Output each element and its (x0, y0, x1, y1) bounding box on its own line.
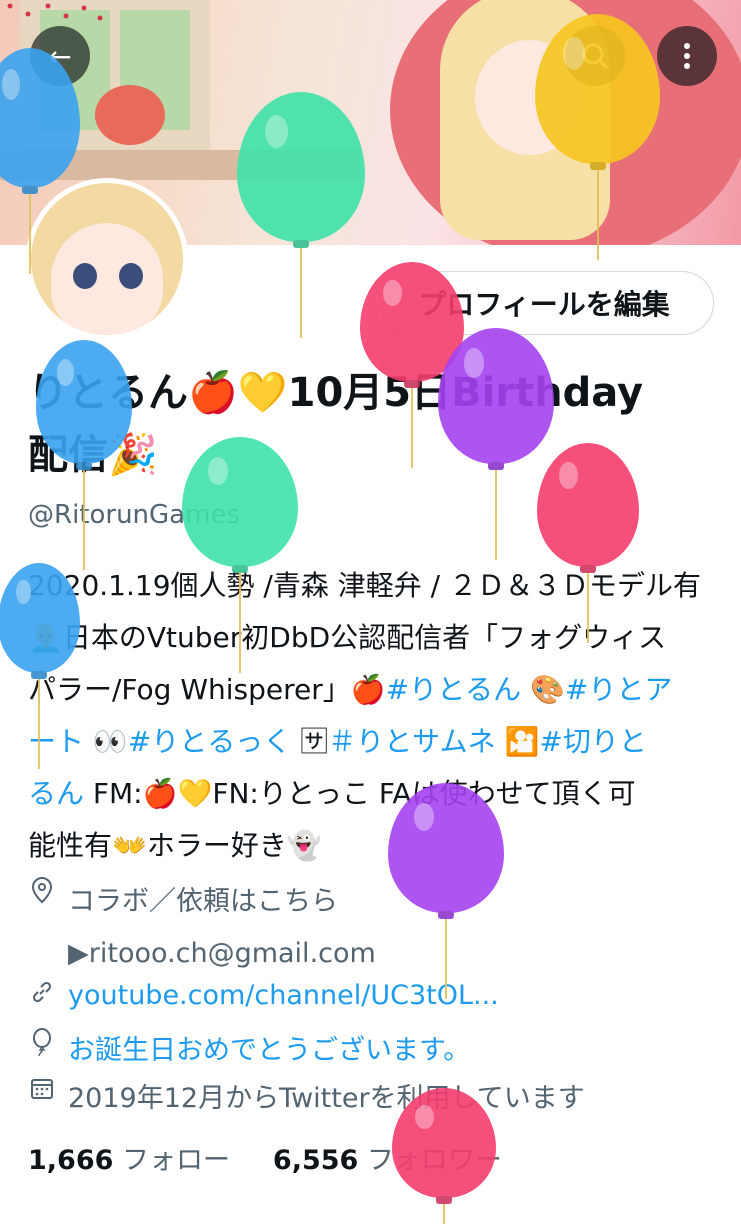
balloon-body (535, 14, 660, 164)
bio-emoji: 🎦 (495, 725, 540, 758)
balloon-shine (382, 280, 402, 307)
balloon-string (38, 679, 40, 769)
balloon-shine (559, 461, 578, 489)
balloon-body (388, 783, 504, 913)
balloon-string (239, 573, 241, 673)
bio-line: ート 👀#りとるっく 🈂＃りとサムネ 🎦#切りと (28, 716, 718, 768)
balloon-string (495, 470, 497, 560)
balloon (0, 48, 80, 278)
balloon (0, 563, 80, 773)
bio-line: 能性有👐ホラー好き👻 (28, 829, 322, 862)
balloon-shine (463, 348, 485, 379)
balloon (36, 340, 132, 574)
bio-emoji: 🈂 (291, 725, 329, 758)
hashtag-kiritorun-continued[interactable]: るん (28, 777, 84, 810)
balloon-shine (16, 579, 31, 604)
following-count: 1,666 (28, 1145, 114, 1176)
more-vertical-icon (684, 43, 690, 69)
balloon-string (29, 194, 31, 274)
calendar-icon (28, 1076, 56, 1106)
balloon-body (237, 92, 365, 242)
balloon-knot (76, 462, 92, 470)
location-pin-icon (28, 876, 56, 910)
balloon-shine (413, 802, 435, 832)
balloon-string (83, 470, 85, 570)
followers-count: 6,556 (272, 1145, 359, 1176)
profile-joined: 2019年12月からTwitterを利用しています (28, 1076, 585, 1115)
banner-plush-toy (95, 85, 165, 145)
balloon-body (0, 48, 80, 188)
balloon-knot (31, 671, 47, 679)
balloon-knot (438, 911, 454, 919)
following-link[interactable]: 1,666 フォロー (28, 1145, 230, 1176)
balloon (392, 1088, 496, 1228)
bio-line: パラー/Fog Whisperer」🍎#りとるん 🎨#りとア (28, 664, 718, 716)
balloon-string (411, 388, 413, 468)
balloon (388, 783, 504, 1003)
location-line: コラボ／依頼はこちら (68, 886, 338, 917)
balloon-body (0, 563, 80, 673)
profile-location: コラボ／依頼はこちら ▶ritooo.ch@gmail.com (28, 876, 376, 980)
balloon (182, 437, 298, 677)
location-text: コラボ／依頼はこちら ▶ritooo.ch@gmail.com (68, 876, 376, 980)
balloon-shine (2, 69, 20, 100)
bio-emoji: 👀 (84, 725, 128, 758)
balloon-string (587, 573, 589, 643)
balloon-knot (580, 565, 596, 573)
birthday-text[interactable]: お誕生日おめでとうございます。 (68, 1028, 470, 1067)
balloon-knot (293, 240, 309, 248)
balloon-knot (232, 565, 248, 573)
balloon-shine (265, 114, 289, 148)
bio-emoji: 🎨 (521, 673, 565, 706)
hashtag-kiritorun[interactable]: #切りと (539, 725, 646, 758)
balloon-knot (589, 162, 606, 170)
more-button[interactable] (657, 26, 717, 86)
profile-birthday: お誕生日おめでとうございます。 (28, 1028, 470, 1067)
balloon-string (596, 170, 599, 260)
balloon (537, 443, 639, 647)
hashtag-ritorun[interactable]: #りとるん (386, 673, 521, 706)
balloon-body (36, 340, 132, 464)
balloon-string (443, 1204, 445, 1224)
balloon-shine (207, 456, 229, 486)
joined-text: 2019年12月からTwitterを利用しています (68, 1083, 585, 1114)
balloon-shine (57, 358, 75, 386)
bio-text: FM:🍎💛FN:りとっこ FAは使わせて頂く可 (84, 777, 636, 810)
hashtag-ritoart[interactable]: #りとア (565, 673, 672, 706)
balloon-knot (404, 380, 420, 388)
balloon-body (182, 437, 298, 567)
hashtag-ritosamune[interactable]: ＃りとサムネ (328, 725, 495, 758)
balloon-knot (488, 462, 504, 470)
bio-line: るん FM:🍎💛FN:りとっこ FAは使わせて頂く可 (28, 768, 718, 820)
location-line: ▶ritooo.ch@gmail.com (68, 938, 376, 969)
avatar-eye (119, 263, 143, 289)
balloon (535, 14, 660, 264)
balloon-shine (562, 36, 585, 70)
balloon-body (392, 1088, 496, 1198)
balloon-knot (436, 1196, 452, 1204)
balloon-string (300, 248, 302, 338)
hashtag-ritorukku[interactable]: #りとるっく (128, 725, 291, 758)
bio-text: パラー/Fog Whisperer」🍎 (28, 673, 386, 706)
balloon-knot (22, 186, 38, 194)
balloon-icon (28, 1028, 56, 1062)
balloon (237, 92, 365, 342)
balloon-shine (414, 1104, 434, 1129)
balloon-body (537, 443, 639, 567)
following-label: フォロー (122, 1145, 230, 1176)
link-icon (28, 980, 56, 1010)
balloon-string (445, 919, 447, 999)
